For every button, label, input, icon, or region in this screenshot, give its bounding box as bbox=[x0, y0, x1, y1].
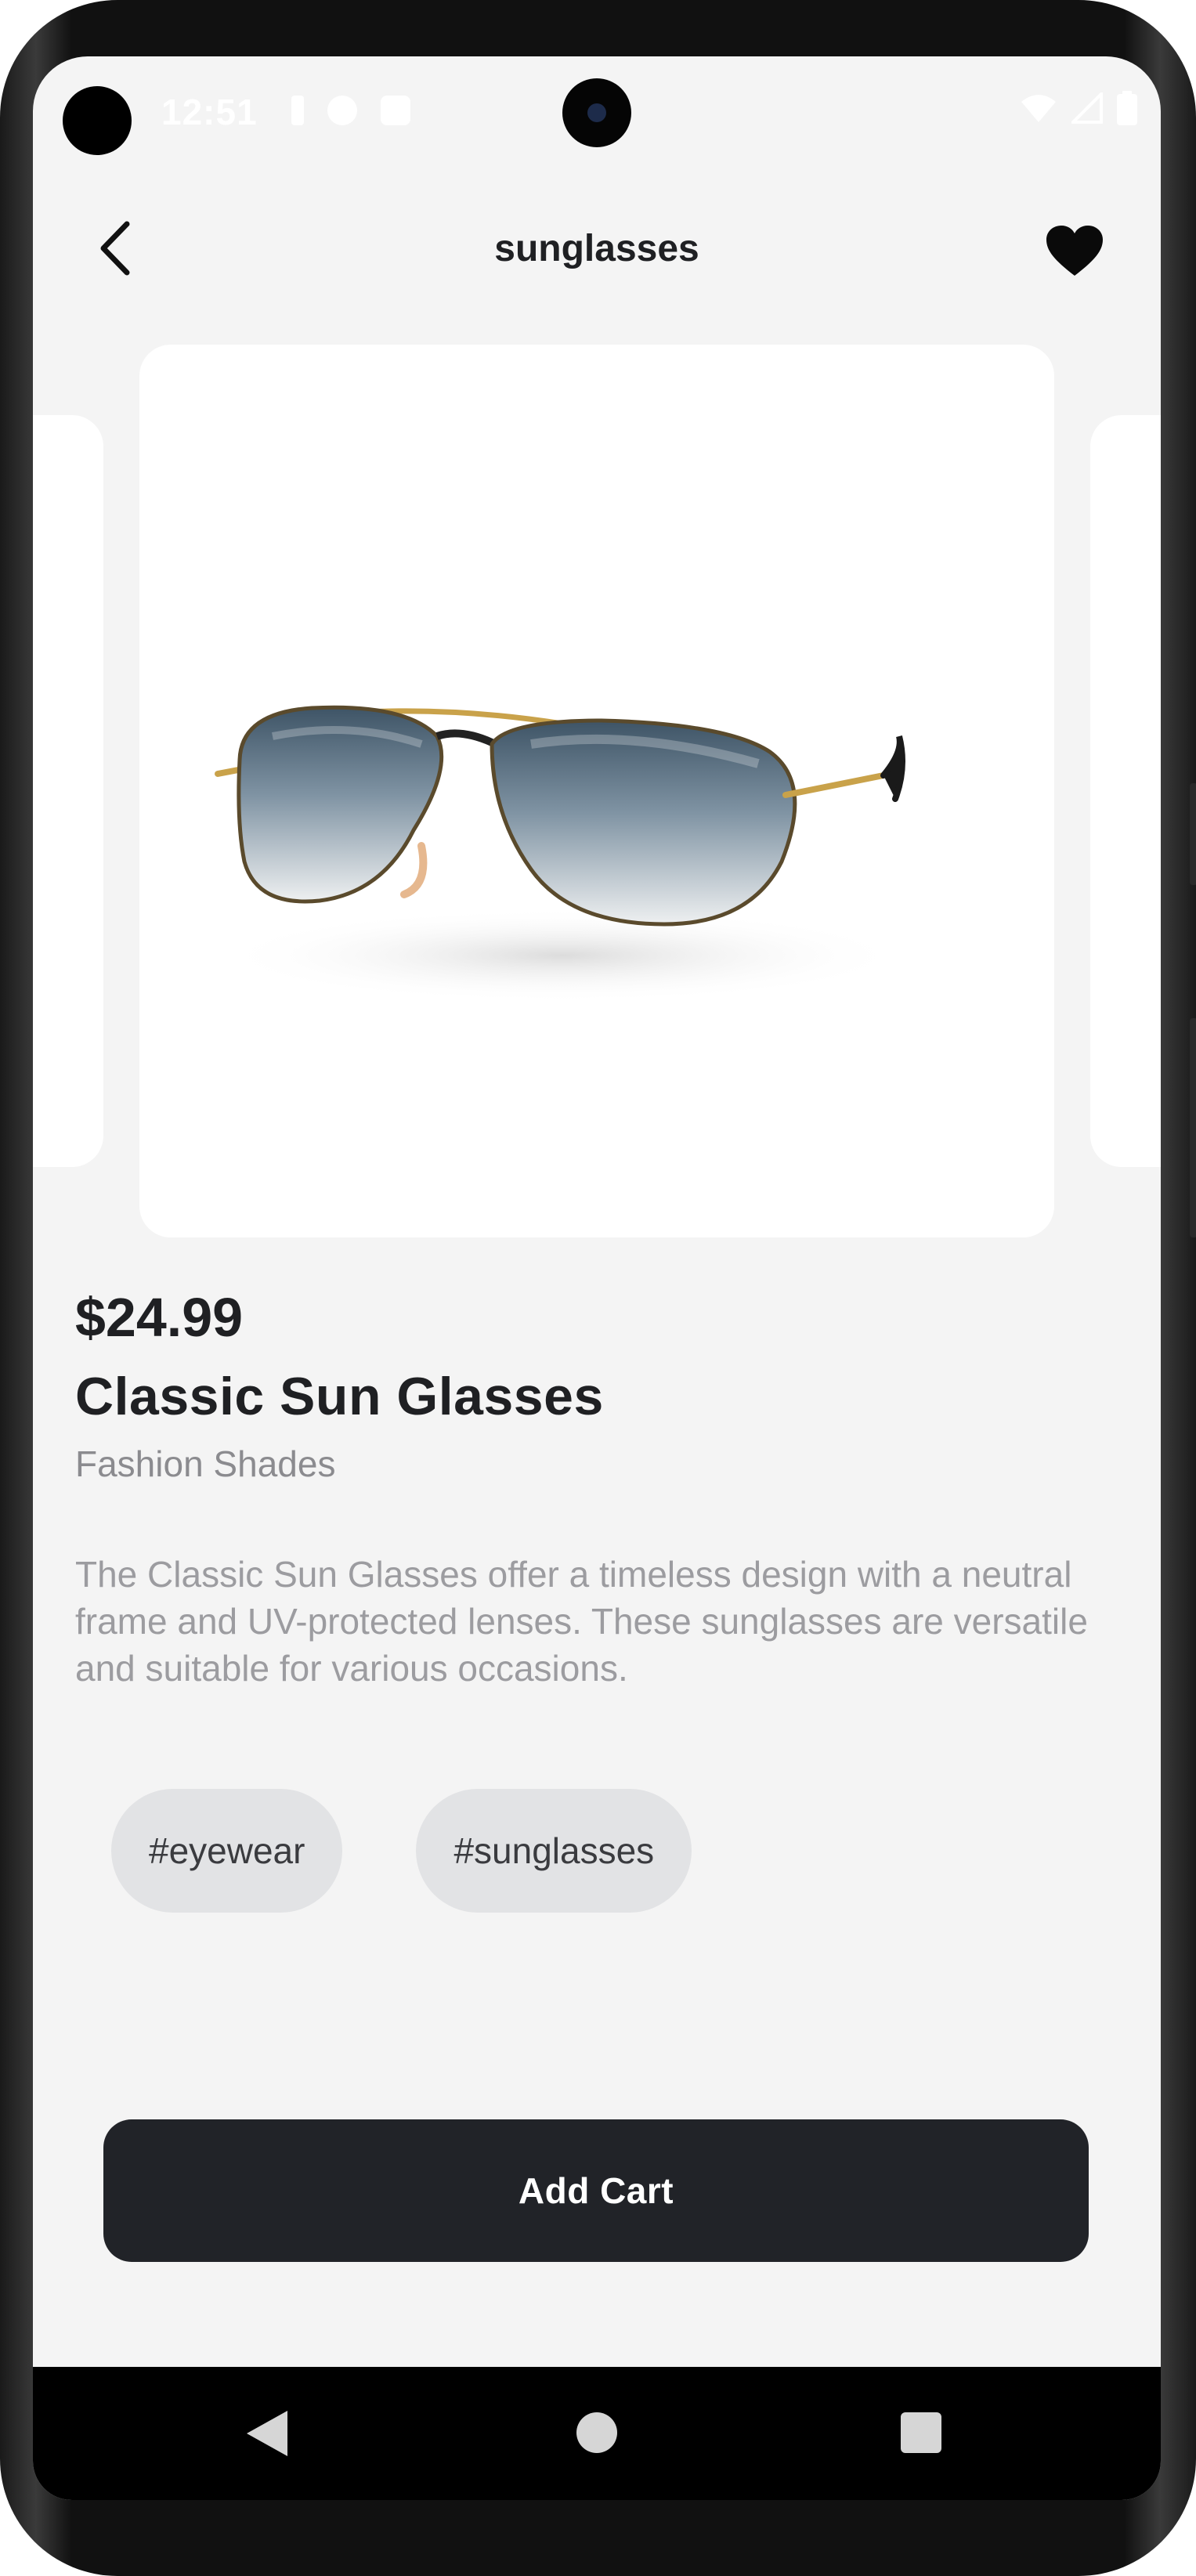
sunglasses-image bbox=[215, 705, 907, 1003]
add-cart-button[interactable]: Add Cart bbox=[103, 2119, 1089, 2262]
product-image-carousel[interactable] bbox=[33, 345, 1161, 1237]
sd-card-icon bbox=[381, 96, 410, 125]
product-brand: Fashion Shades bbox=[75, 1443, 336, 1484]
screen: 12:51 sunglasses $24.99 Classic Sun Glas… bbox=[33, 56, 1161, 2500]
page-title: sunglasses bbox=[494, 228, 699, 269]
status-system-icons bbox=[1020, 91, 1137, 125]
tag-chip-eyewear[interactable]: #eyewear bbox=[111, 1789, 343, 1913]
product-price: $24.99 bbox=[75, 1287, 244, 1348]
product-name: Classic Sun Glasses bbox=[75, 1367, 604, 1426]
nav-home-icon[interactable] bbox=[576, 2412, 617, 2453]
tag-list: #eyewear #sunglasses bbox=[111, 1789, 692, 1913]
wifi-icon bbox=[1021, 95, 1056, 122]
product-image-card bbox=[139, 345, 1054, 1237]
system-navigation-bar bbox=[33, 2367, 1161, 2500]
nav-back-icon[interactable] bbox=[240, 2406, 295, 2461]
favorite-button[interactable] bbox=[1035, 211, 1114, 290]
power-button bbox=[1190, 1018, 1196, 1237]
tag-chip-sunglasses[interactable]: #sunglasses bbox=[416, 1789, 692, 1913]
front-camera bbox=[562, 78, 631, 147]
next-image-card[interactable] bbox=[1090, 415, 1161, 1167]
device-frame: 12:51 sunglasses $24.99 Classic Sun Glas… bbox=[0, 0, 1196, 2576]
heart-icon bbox=[1046, 226, 1103, 276]
app-notification-icon bbox=[327, 96, 357, 125]
status-time: 12:51 bbox=[161, 92, 258, 132]
product-description: The Classic Sun Glasses offer a timeless… bbox=[75, 1554, 1088, 1689]
status-bar: 12:51 bbox=[33, 56, 1161, 166]
status-notification-icons bbox=[291, 96, 410, 125]
app-bar: sunglasses bbox=[33, 190, 1161, 307]
status-dot bbox=[63, 86, 132, 155]
volume-button bbox=[1190, 783, 1196, 885]
sync-icon bbox=[291, 96, 304, 125]
previous-image-card[interactable] bbox=[33, 415, 103, 1167]
nav-recents-icon[interactable] bbox=[901, 2412, 941, 2453]
battery-icon bbox=[1117, 91, 1137, 125]
cellular-signal-icon bbox=[1071, 92, 1103, 124]
